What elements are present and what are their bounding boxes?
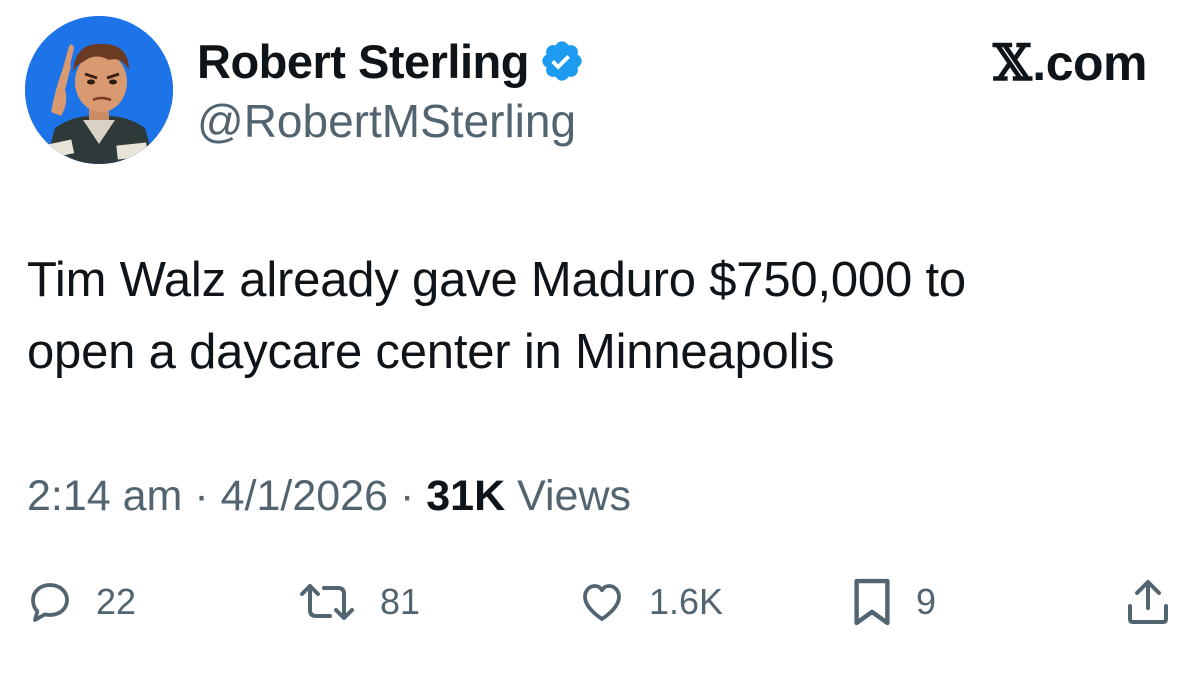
tweet-text: Tim Walz already gave Maduro $750,000 to… [27, 244, 1177, 388]
tweet-meta: 2:14 am · 4/1/2026 · 31K Views [27, 468, 631, 524]
meta-separator: · [399, 472, 415, 520]
meta-separator: · [194, 472, 209, 520]
repost-count: 81 [380, 581, 421, 622]
bookmark-count: 9 [916, 581, 937, 622]
tweet-time[interactable]: 2:14 am [27, 472, 182, 520]
share-button[interactable] [1124, 570, 1172, 634]
bookmark-button[interactable]: 9 [850, 570, 936, 634]
tweet-text-line: open a daycare center in Minneapolis [27, 325, 835, 379]
verified-badge-icon [539, 38, 585, 84]
reply-count: 22 [96, 581, 137, 622]
share-icon [1128, 580, 1168, 624]
tweet-date[interactable]: 4/1/2026 [221, 472, 388, 520]
bookmark-icon [854, 578, 890, 626]
author-display-name[interactable]: Robert Sterling [197, 38, 529, 85]
tweet-text-line: Tim Walz already gave Maduro $750,000 to [27, 253, 966, 307]
like-count: 1.6K [649, 581, 724, 622]
brand-domain: .com [1032, 35, 1147, 91]
views-label: Views [517, 472, 632, 520]
heart-icon [583, 584, 621, 621]
reply-button[interactable]: 22 [26, 570, 136, 634]
avatar[interactable] [25, 16, 173, 164]
author-name-row: Robert Sterling [197, 30, 585, 92]
x-logo-icon: 𝕏 [993, 33, 1032, 92]
repost-icon [300, 584, 354, 620]
like-button[interactable]: 1.6K [577, 570, 723, 634]
views-count: 31K [426, 472, 506, 520]
action-bar: 22 81 1.6K 9 [0, 570, 1200, 634]
repost-button[interactable]: 81 [296, 570, 420, 634]
reply-icon [31, 583, 69, 622]
brand-logo: 𝕏 .com [993, 33, 1147, 92]
author-handle[interactable]: @RobertMSterling [197, 94, 576, 149]
avatar-illustration-icon [25, 16, 173, 164]
